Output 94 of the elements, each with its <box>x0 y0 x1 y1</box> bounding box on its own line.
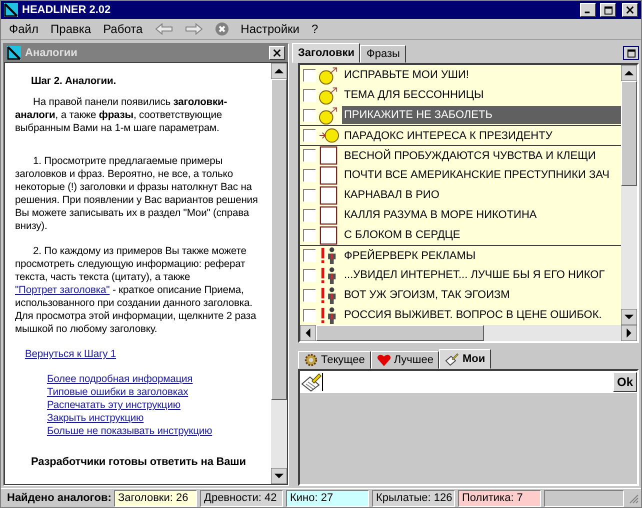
minimize-button[interactable] <box>580 3 596 17</box>
headline-item[interactable]: РОССИЯ ВЫЖИВЕТ. ВОПРОС В ЦЕНЕ ОШИБОК. <box>342 306 621 324</box>
instruction-paragraph: На правой панели появились заголовки-аналоги, а также фразы, соответствующие выбранным Вами на 1-м шаге параметрам. <box>15 96 228 135</box>
headline-item[interactable]: ПАРАДОКС ИНТЕРЕСА К ПРЕЗИДЕНТУ <box>342 126 621 144</box>
headline-item[interactable]: ПОЧТИ ВСЕ АМЕРИКАНСКИЕ ПРЕСТУПНИКИ ЗАЧ <box>342 166 621 184</box>
headline-item[interactable]: ИСПРАВЬТЕ МОИ УШИ! <box>342 66 621 84</box>
headline-input-field[interactable]: Ok <box>300 371 637 393</box>
checkbox[interactable] <box>303 308 316 322</box>
close-icon <box>626 6 634 14</box>
headline-item[interactable]: С БЛОКОМ В СЕРДЦЕ <box>342 226 621 244</box>
portrait-link[interactable]: "Портрет заголовка" <box>15 285 110 296</box>
close-button[interactable] <box>269 46 285 60</box>
scroll-down-icon[interactable] <box>271 468 287 484</box>
tab[interactable]: Текущее <box>298 351 371 369</box>
instruction-link[interactable]: Больше не показывать инструкцию <box>47 425 212 438</box>
checkbox[interactable] <box>303 68 316 82</box>
scroll-up-icon[interactable] <box>271 63 287 79</box>
checkbox[interactable] <box>303 149 316 162</box>
panel-title: Аналогии <box>25 47 78 59</box>
status-count: Древности: 42 <box>200 490 283 506</box>
menu-item[interactable]: Файл <box>9 22 39 36</box>
checkbox[interactable] <box>303 228 316 242</box>
blank-square-icon <box>318 206 340 224</box>
menu-item[interactable]: Работа <box>103 22 143 36</box>
blank-square-icon <box>318 186 340 204</box>
headline-item[interactable]: ВЕСНОЙ ПРОБУЖДАЮТСЯ ЧУВСТВА И КЛЕЩИ <box>342 146 621 164</box>
gear-icon <box>304 353 318 367</box>
blank-square-icon <box>318 166 340 184</box>
checkbox[interactable] <box>303 268 316 282</box>
circle-arrow-icon <box>318 66 340 84</box>
notepad-pen-icon[interactable] <box>300 372 322 392</box>
close-icon <box>273 49 281 57</box>
status-count: Заголовки: 26 <box>114 490 197 506</box>
tab[interactable]: Фразы <box>360 45 406 63</box>
checkbox[interactable] <box>303 188 316 202</box>
scroll-up-icon[interactable] <box>621 65 637 81</box>
headline-item[interactable]: ...УВИДЕЛ ИНТЕРНЕТ... ЛУЧШЕ БЫ Я ЕГО НИКОГ <box>342 266 621 284</box>
tab[interactable]: Заголовки <box>292 43 360 63</box>
status-count: Политика: 7 <box>458 490 541 506</box>
back-link[interactable]: Вернуться к Шагу 1 <box>25 348 269 361</box>
scrollbar[interactable] <box>271 63 287 484</box>
headline-item[interactable]: КАЛЛЯ РАЗУМА В МОРЕ НИКОТИНА <box>342 206 621 224</box>
instruction-link[interactable]: Распечатать эту инструкцию <box>47 399 180 412</box>
arrow-circle-icon <box>318 126 340 145</box>
blank-square-icon <box>318 226 340 244</box>
menu-item[interactable]: Настройки <box>240 22 300 36</box>
ok-button[interactable]: Ok <box>612 372 637 392</box>
back-arrow-icon[interactable] <box>154 23 173 35</box>
headline-item[interactable]: КАРНАВАЛ В РИО <box>342 186 621 204</box>
headline-item[interactable]: ПРИКАЖИТЕ НЕ ЗАБОЛЕТЬ <box>342 106 621 124</box>
stop-icon[interactable] <box>214 22 229 36</box>
app-icon <box>7 46 21 60</box>
status-count: Крылатые: 126 <box>372 490 455 506</box>
maximize-icon <box>604 6 612 14</box>
heart-icon <box>376 353 391 367</box>
maximize-button[interactable] <box>623 46 639 60</box>
pen-icon <box>445 352 460 366</box>
instruction-link[interactable]: Более подробная информация <box>47 373 193 386</box>
scrollbar[interactable] <box>300 325 637 341</box>
checkbox[interactable] <box>303 249 316 262</box>
developers-note: Разработчики готовы ответить на Ваши <box>31 456 247 469</box>
checkbox[interactable] <box>303 168 316 182</box>
scroll-left-icon[interactable] <box>300 325 316 341</box>
scroll-right-icon[interactable] <box>621 325 637 341</box>
circle-arrow-icon <box>318 86 340 104</box>
forward-arrow-icon[interactable] <box>184 23 203 35</box>
circle-arrow-icon <box>318 106 340 124</box>
blank-square-icon <box>318 146 340 165</box>
instruction-link[interactable]: Типовые ошибки в заголовках <box>47 386 188 399</box>
checkbox[interactable] <box>303 88 316 102</box>
headline-item[interactable]: ТЕМА ДЛЯ БЕССОННИЦЫ <box>342 86 621 104</box>
headline-item[interactable]: ФРЕЙЕРВЕРК РЕКЛАМЫ <box>342 246 621 264</box>
checkbox[interactable] <box>303 208 316 222</box>
status-label: Найдено аналогов: <box>6 492 111 504</box>
tab[interactable]: Лучшее <box>370 351 440 369</box>
tab[interactable]: Мои <box>439 349 492 369</box>
window-title: HEADLINER 2.02 <box>22 4 111 16</box>
menu-item[interactable]: Правка <box>50 22 92 36</box>
maximize-icon <box>626 48 636 58</box>
checkbox[interactable] <box>303 129 316 142</box>
instruction-paragraph: 1. Просмотрите предлагаемые примеры заголовков и фраз. Вероятно, не все, а только некоторые (!) заголовки и фразы натолкнут Вас на решения. При появлении у Вас вариантов решения Вы можете записывать их в раздел "Мои" (справа внизу). <box>15 155 259 233</box>
step-heading: Шаг 2. Аналогии. <box>31 75 117 88</box>
instruction-paragraph: 2. По каждому из примеров Вы также можете просмотреть следующую информацию: реферат текста, часть текста (цитату), а также "Портрет заголовка" - краткое описание Приема, использованного при создании данного заголовка. Для просмотра этой информации, щелкните 2 раза мышкой по любому заголовку. <box>15 245 258 336</box>
headline-item[interactable]: ВОТ УЖ ЭГОИЗМ, ТАК ЭГОИЗМ <box>342 286 621 304</box>
app-icon <box>4 3 18 17</box>
status-count: Кино: 27 <box>286 490 369 506</box>
scrollbar[interactable] <box>621 65 637 325</box>
instruction-link[interactable]: Закрыть инструкцию <box>47 412 144 425</box>
menu-item[interactable]: ? <box>312 22 318 36</box>
checkbox[interactable] <box>303 288 316 302</box>
resize-grip-icon[interactable] <box>627 492 639 504</box>
checkbox[interactable] <box>303 108 316 122</box>
close-button[interactable] <box>622 3 638 17</box>
scroll-down-icon[interactable] <box>621 309 637 325</box>
